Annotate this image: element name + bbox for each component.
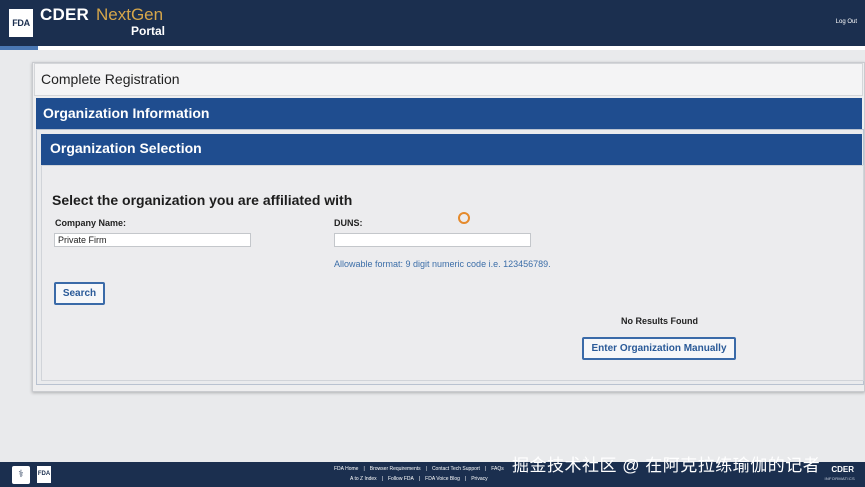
footer-link-faqs[interactable]: FAQs bbox=[491, 466, 504, 472]
footer-separator: | bbox=[484, 466, 487, 472]
cder-footer-subtitle: INFORMATICS bbox=[824, 476, 855, 481]
fda-logo[interactable]: FDA bbox=[9, 9, 33, 37]
page-title: Complete Registration bbox=[41, 71, 180, 87]
organization-selection-header: Organization Selection bbox=[41, 134, 862, 165]
footer-link-follow-fda[interactable]: Follow FDA bbox=[388, 476, 414, 482]
footer-links-row-1: FDA Home | Browser Requirements | Contact Te… bbox=[334, 466, 504, 472]
no-results-text: No Results Found bbox=[621, 316, 698, 326]
brand-nextgen: NextGen bbox=[96, 5, 164, 24]
footer-separator: | bbox=[464, 476, 467, 482]
organization-information-header: Organization Information bbox=[36, 98, 862, 129]
footer-links-row-2: A to Z Index | Follow FDA | FDA Voice Blog | P… bbox=[350, 476, 488, 482]
enter-organization-manually-button[interactable]: Enter Organization Manually bbox=[582, 337, 736, 360]
footer-link-a-to-z-index[interactable]: A to Z Index bbox=[350, 476, 377, 482]
footer-link-contact-tech-support[interactable]: Contact Tech Support bbox=[432, 466, 480, 472]
footer-separator: | bbox=[363, 466, 365, 472]
cder-footer-logo: CDER bbox=[831, 465, 854, 474]
header-underline bbox=[0, 46, 865, 50]
subsection-title: Organization Selection bbox=[50, 140, 202, 156]
cursor-indicator-icon bbox=[458, 212, 470, 224]
footer-link-fda-home[interactable]: FDA Home bbox=[334, 466, 358, 472]
brand-portal: Portal bbox=[131, 24, 166, 38]
footer-link-browser-requirements[interactable]: Browser Requirements bbox=[370, 466, 421, 472]
header-accent-bar bbox=[0, 46, 38, 50]
duns-input[interactable] bbox=[334, 233, 531, 247]
footer-link-fda-voice-blog[interactable]: FDA Voice Blog bbox=[425, 476, 460, 482]
hhs-logo-icon[interactable]: ⚕ bbox=[12, 466, 30, 484]
duns-label: DUNS: bbox=[334, 218, 363, 228]
logout-link[interactable]: Log Out bbox=[836, 19, 857, 25]
fda-footer-logo[interactable]: FDA bbox=[37, 466, 51, 483]
company-name-input[interactable] bbox=[54, 233, 251, 247]
duns-format-hint: Allowable format: 9 digit numeric code i… bbox=[334, 259, 551, 269]
footer-separator: | bbox=[381, 476, 383, 482]
footer-link-privacy[interactable]: Privacy bbox=[471, 476, 487, 482]
footer-separator: | bbox=[418, 476, 421, 482]
page-title-bar: Complete Registration bbox=[34, 63, 863, 96]
selection-heading: Select the organization you are affiliat… bbox=[52, 192, 353, 208]
footer-separator: | bbox=[425, 466, 427, 472]
company-name-label: Company Name: bbox=[55, 218, 127, 228]
watermark-text: 掘金技术社区 @ 在阿克拉练瑜伽的记者 bbox=[512, 456, 821, 475]
search-button[interactable]: Search bbox=[54, 282, 105, 305]
brand-cder: CDER bbox=[40, 5, 89, 24]
section-title: Organization Information bbox=[43, 105, 210, 121]
